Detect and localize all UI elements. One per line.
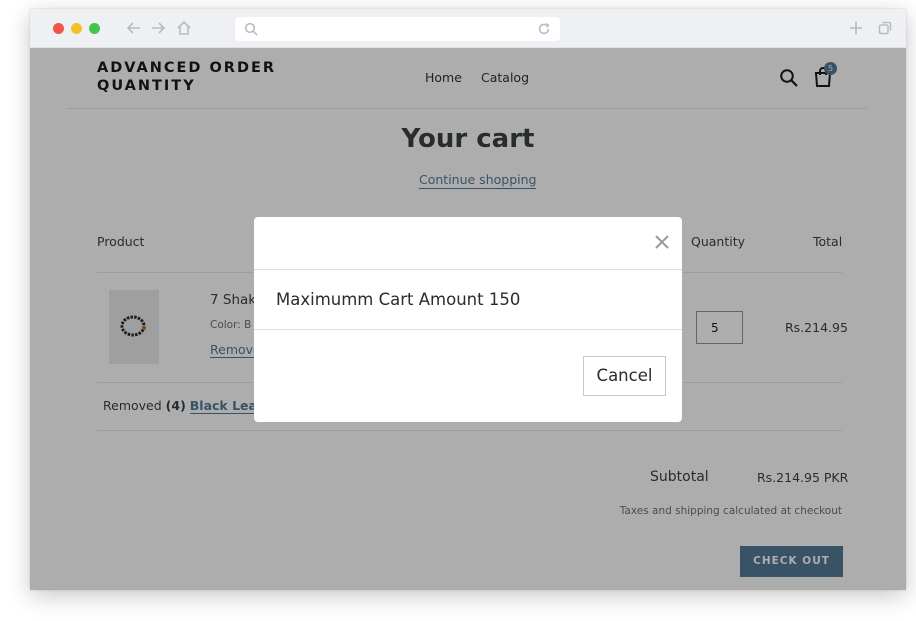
close-icon[interactable] [654, 234, 670, 250]
maximize-window-button[interactable] [89, 23, 100, 34]
cancel-button[interactable]: Cancel [583, 356, 666, 396]
back-arrow-icon[interactable] [125, 19, 143, 37]
modal-divider [254, 269, 682, 270]
browser-window: ADVANCED ORDER QUANTITY Home Catalog 5 Y… [30, 9, 906, 590]
forward-arrow-icon[interactable] [149, 19, 167, 37]
tabs-overview-icon[interactable] [877, 20, 893, 36]
address-bar[interactable] [235, 17, 560, 41]
home-icon[interactable] [175, 19, 193, 37]
search-icon [244, 22, 258, 36]
close-window-button[interactable] [53, 23, 64, 34]
minimize-window-button[interactable] [71, 23, 82, 34]
new-tab-icon[interactable] [848, 20, 864, 36]
alert-modal: Maximumm Cart Amount 150 Cancel [254, 217, 682, 422]
store-page: ADVANCED ORDER QUANTITY Home Catalog 5 Y… [30, 48, 906, 590]
modal-divider [254, 329, 682, 330]
modal-message: Maximumm Cart Amount 150 [276, 290, 521, 309]
browser-toolbar [30, 9, 906, 48]
reload-icon[interactable] [537, 22, 551, 36]
